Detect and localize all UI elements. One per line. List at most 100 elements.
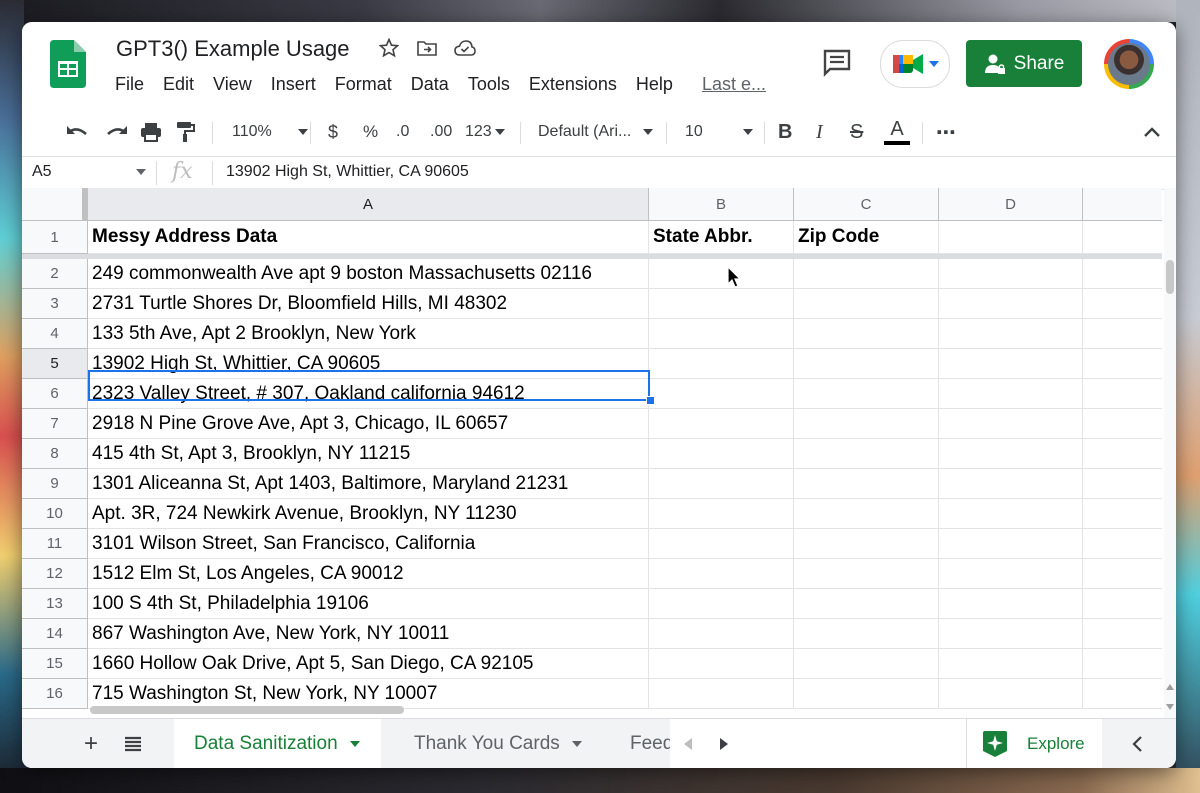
cell-c3[interactable]: [794, 289, 939, 319]
menu-file[interactable]: File: [115, 74, 144, 95]
menu-insert[interactable]: Insert: [271, 74, 316, 95]
row-header[interactable]: 4: [22, 319, 88, 349]
cell-c12[interactable]: [794, 559, 939, 589]
row-header[interactable]: 15: [22, 649, 88, 679]
cell-e9[interactable]: [1083, 469, 1162, 499]
cell-b8[interactable]: [649, 439, 794, 469]
font-select[interactable]: Default (Ari...: [538, 112, 654, 152]
cell-b4[interactable]: [649, 319, 794, 349]
row-header[interactable]: 7: [22, 409, 88, 439]
column-header-d[interactable]: D: [939, 188, 1083, 221]
menu-data[interactable]: Data: [411, 74, 449, 95]
sheets-logo-icon[interactable]: [50, 40, 86, 88]
cell-d4[interactable]: [939, 319, 1083, 349]
cell-b10[interactable]: [649, 499, 794, 529]
row-header[interactable]: 9: [22, 469, 88, 499]
cell-d3[interactable]: [939, 289, 1083, 319]
cell-c13[interactable]: [794, 589, 939, 619]
cell-b15[interactable]: [649, 649, 794, 679]
cell-e7[interactable]: [1083, 409, 1162, 439]
comment-history-icon[interactable]: [822, 48, 852, 78]
cell-d14[interactable]: [939, 619, 1083, 649]
number-format-select[interactable]: 123: [465, 112, 505, 152]
cell-c10[interactable]: [794, 499, 939, 529]
cell-c11[interactable]: [794, 529, 939, 559]
column-header-e[interactable]: E: [1083, 188, 1162, 221]
cell-e14[interactable]: [1083, 619, 1162, 649]
cell-d5[interactable]: [939, 349, 1083, 379]
chevron-left-icon[interactable]: [684, 738, 692, 750]
cell-e12[interactable]: [1083, 559, 1162, 589]
column-header-b[interactable]: B: [649, 188, 794, 221]
cell-b6[interactable]: [649, 379, 794, 409]
cell-b9[interactable]: [649, 469, 794, 499]
cell-e6[interactable]: [1083, 379, 1162, 409]
cell-b2[interactable]: [649, 259, 794, 289]
column-header-c[interactable]: C: [794, 188, 939, 221]
cell-e10[interactable]: [1083, 499, 1162, 529]
row-header[interactable]: 11: [22, 529, 88, 559]
column-header-a[interactable]: A: [88, 188, 649, 221]
cell-d9[interactable]: [939, 469, 1083, 499]
menu-help[interactable]: Help: [636, 74, 673, 95]
percent-format-button[interactable]: %: [363, 112, 378, 152]
row-header[interactable]: 5: [22, 349, 88, 379]
row-header[interactable]: 3: [22, 289, 88, 319]
cell-e1[interactable]: [1083, 221, 1162, 254]
cell-d15[interactable]: [939, 649, 1083, 679]
cell-c15[interactable]: [794, 649, 939, 679]
select-all-corner[interactable]: [22, 188, 88, 221]
star-icon[interactable]: [378, 36, 400, 60]
cell-d10[interactable]: [939, 499, 1083, 529]
menu-view[interactable]: View: [213, 74, 252, 95]
formula-input[interactable]: 13902 High St, Whittier, CA 90605: [226, 163, 469, 181]
cell-e11[interactable]: [1083, 529, 1162, 559]
cell-c6[interactable]: [794, 379, 939, 409]
decrease-decimal-button[interactable]: .0: [396, 112, 409, 152]
cell-a13[interactable]: 100 S 4th St, Philadelphia 19106: [88, 589, 649, 619]
row-header[interactable]: 14: [22, 619, 88, 649]
cell-b12[interactable]: [649, 559, 794, 589]
cell-a6[interactable]: 2323 Valley Street, # 307, Oakland calif…: [88, 379, 649, 409]
fill-handle[interactable]: [646, 396, 655, 405]
cell-a8[interactable]: 415 4th St, Apt 3, Brooklyn, NY 11215: [88, 439, 649, 469]
cell-e8[interactable]: [1083, 439, 1162, 469]
cell-a7[interactable]: 2918 N Pine Grove Ave, Apt 3, Chicago, I…: [88, 409, 649, 439]
menu-edit[interactable]: Edit: [163, 74, 194, 95]
chevron-right-icon[interactable]: [720, 738, 728, 750]
cell-b3[interactable]: [649, 289, 794, 319]
row-header[interactable]: 16: [22, 679, 88, 709]
cell-a10[interactable]: Apt. 3R, 724 Newkirk Avenue, Brooklyn, N…: [88, 499, 649, 529]
cell-e2[interactable]: [1083, 259, 1162, 289]
bold-button[interactable]: B: [778, 112, 792, 152]
explore-button[interactable]: Explore: [966, 719, 1102, 768]
cell-c4[interactable]: [794, 319, 939, 349]
add-sheet-icon[interactable]: +: [84, 719, 98, 768]
spreadsheet-grid[interactable]: A B C D E 1Messy Address DataState Abbr.…: [22, 188, 1162, 718]
more-options-button[interactable]: ⋯: [936, 112, 956, 152]
cell-a4[interactable]: 133 5th Ave, Apt 2 Brooklyn, New York: [88, 319, 649, 349]
cell-a3[interactable]: 2731 Turtle Shores Dr, Bloomfield Hills,…: [88, 289, 649, 319]
cell-d7[interactable]: [939, 409, 1083, 439]
menu-format[interactable]: Format: [335, 74, 392, 95]
row-header[interactable]: 6: [22, 379, 88, 409]
cell-b5[interactable]: [649, 349, 794, 379]
cell-c14[interactable]: [794, 619, 939, 649]
cell-a2[interactable]: 249 commonwealth Ave apt 9 boston Massac…: [88, 259, 649, 289]
cell-a5[interactable]: 13902 High St, Whittier, CA 90605: [88, 349, 649, 379]
cloud-saved-icon[interactable]: [454, 36, 476, 60]
italic-button[interactable]: I: [816, 112, 823, 152]
cell-b1[interactable]: State Abbr.: [649, 221, 794, 254]
text-color-button[interactable]: A: [884, 112, 910, 152]
avatar[interactable]: [1104, 39, 1154, 89]
cell-d2[interactable]: [939, 259, 1083, 289]
cell-e15[interactable]: [1083, 649, 1162, 679]
cell-d13[interactable]: [939, 589, 1083, 619]
cell-d8[interactable]: [939, 439, 1083, 469]
cell-d12[interactable]: [939, 559, 1083, 589]
row-header[interactable]: 13: [22, 589, 88, 619]
row-header[interactable]: 12: [22, 559, 88, 589]
menu-tools[interactable]: Tools: [468, 74, 510, 95]
chevron-down-icon[interactable]: [136, 169, 146, 175]
collapse-menus-icon[interactable]: [1144, 112, 1160, 152]
